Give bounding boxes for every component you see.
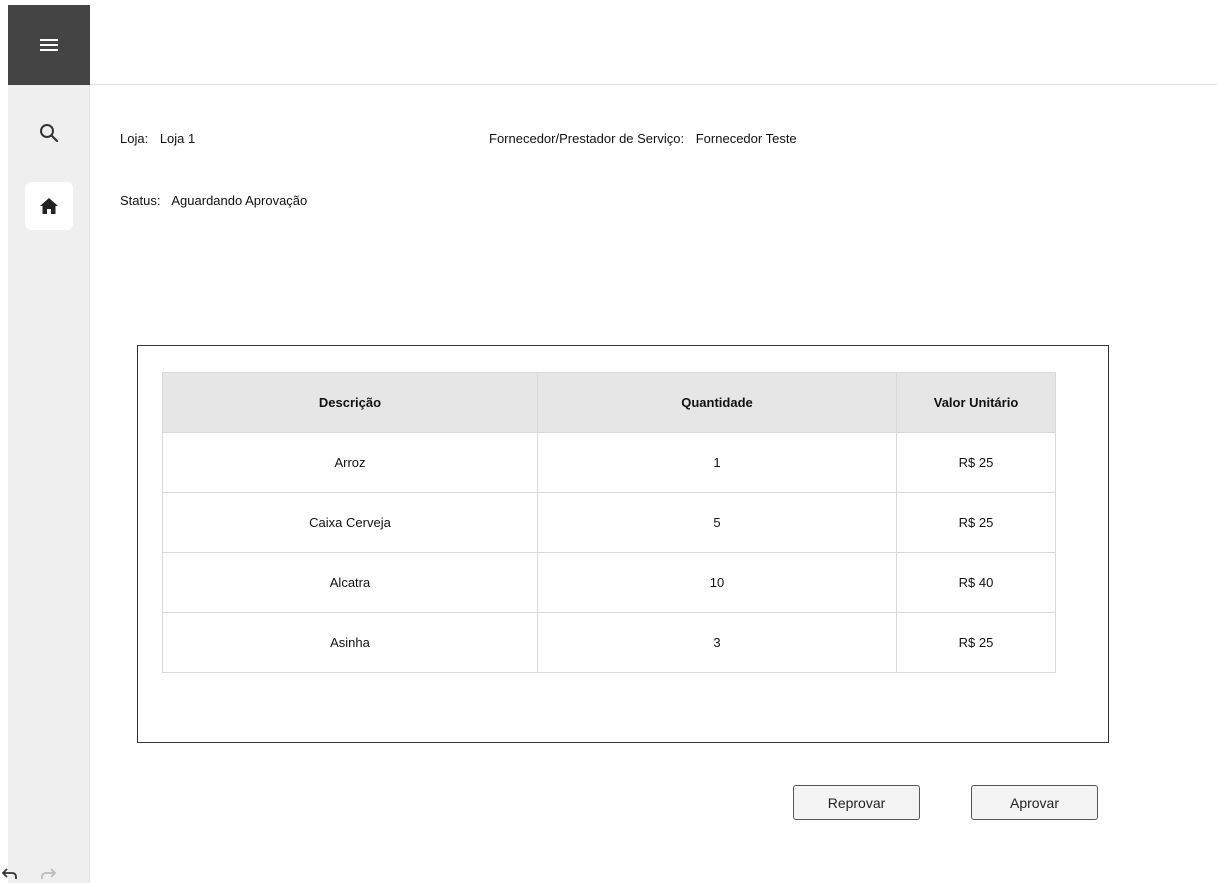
aprovar-button[interactable]: Aprovar (971, 785, 1098, 820)
table-row: Arroz 1 R$ 25 (162, 432, 1056, 493)
status-field: Status: Aguardando Aprovação (120, 193, 307, 208)
sidebar (8, 5, 90, 883)
table-row: Caixa Cerveja 5 R$ 25 (162, 492, 1056, 553)
items-table: Descrição Quantidade Valor Unitário Arro… (162, 372, 1056, 673)
cell-valor-unitario: R$ 40 (896, 552, 1056, 613)
top-bar (90, 5, 1217, 85)
cell-quantidade: 5 (537, 492, 897, 553)
fornecedor-value: Fornecedor Teste (695, 131, 797, 146)
cell-descricao: Asinha (162, 612, 538, 673)
cell-valor-unitario: R$ 25 (896, 612, 1056, 673)
cell-valor-unitario: R$ 25 (896, 492, 1056, 553)
search-icon (40, 124, 59, 143)
items-panel: Descrição Quantidade Valor Unitário Arro… (137, 345, 1109, 743)
fornecedor-field: Fornecedor/Prestador de Serviço: Fornece… (489, 131, 797, 146)
sidebar-item-search[interactable] (25, 109, 73, 157)
redo-icon[interactable] (40, 866, 56, 882)
home-icon (40, 198, 58, 214)
loja-label: Loja: (120, 131, 149, 146)
column-header-descricao: Descrição (162, 372, 538, 433)
status-value: Aguardando Aprovação (171, 193, 308, 208)
cell-quantidade: 3 (537, 612, 897, 673)
undo-icon[interactable] (2, 866, 18, 882)
cell-descricao: Alcatra (162, 552, 538, 613)
cell-quantidade: 1 (537, 432, 897, 493)
table-row: Asinha 3 R$ 25 (162, 612, 1056, 673)
table-row: Alcatra 10 R$ 40 (162, 552, 1056, 613)
status-label: Status: (120, 193, 161, 208)
sidebar-item-home[interactable] (25, 182, 73, 230)
loja-value: Loja 1 (159, 131, 196, 146)
cell-descricao: Arroz (162, 432, 538, 493)
undo-redo-controls (0, 862, 80, 883)
reprovar-button[interactable]: Reprovar (793, 785, 920, 820)
cell-valor-unitario: R$ 25 (896, 432, 1056, 493)
menu-button[interactable] (8, 5, 90, 85)
fornecedor-label: Fornecedor/Prestador de Serviço: (489, 131, 685, 146)
table-header-row: Descrição Quantidade Valor Unitário (162, 372, 1056, 433)
column-header-valor-unitario: Valor Unitário (896, 372, 1056, 433)
cell-quantidade: 10 (537, 552, 897, 613)
loja-field: Loja: Loja 1 (120, 131, 195, 146)
cell-descricao: Caixa Cerveja (162, 492, 538, 553)
column-header-quantidade: Quantidade (537, 372, 897, 433)
hamburger-menu-icon (40, 39, 58, 51)
